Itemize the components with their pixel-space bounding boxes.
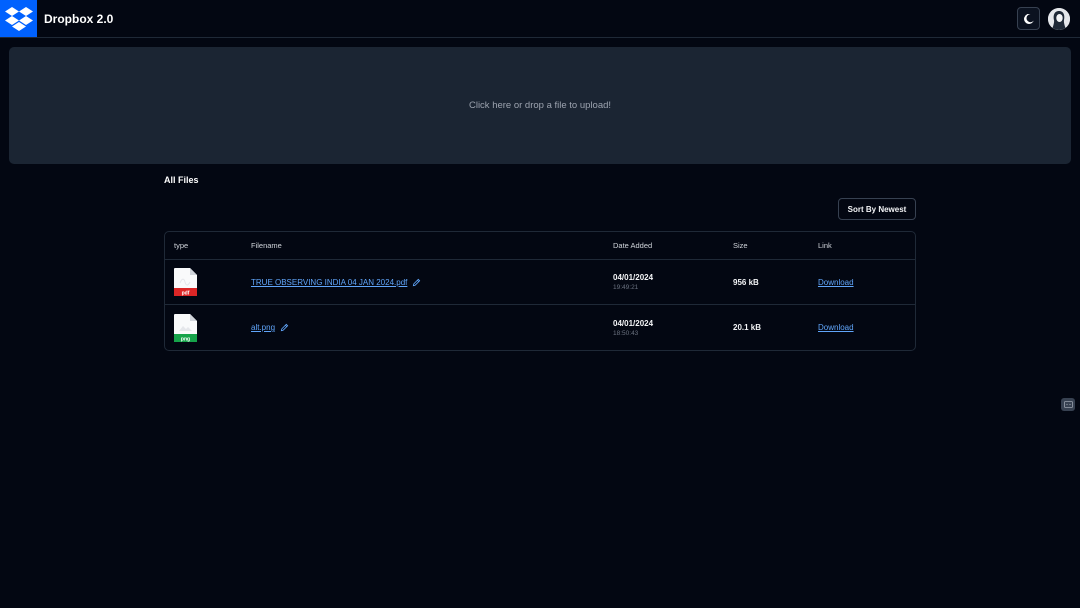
column-header-filename: Filename <box>251 241 282 250</box>
size-cell: 956 kB <box>733 260 759 304</box>
column-header-type: type <box>174 241 189 250</box>
date-added-cell: 04/01/2024 18:50:43 <box>613 305 653 350</box>
table-row: png alt.png 04/01/2024 18:50:43 20.1 kB … <box>165 305 915 350</box>
dropbox-logo-icon[interactable] <box>0 0 37 37</box>
time-added: 19:49:21 <box>613 284 639 291</box>
upload-prompt: Click here or drop a file to upload! <box>468 100 612 111</box>
file-size: 20.1 kB <box>733 323 762 332</box>
app-title: Dropbox 2.0 <box>44 11 114 26</box>
svg-text:png: png <box>181 336 190 342</box>
file-type-cell: png <box>174 305 197 350</box>
download-link[interactable]: Download <box>818 278 854 287</box>
filename-cell: alt.png <box>251 305 289 350</box>
pencil-edit-icon[interactable] <box>412 278 421 287</box>
theme-toggle-icon <box>1023 13 1034 24</box>
time-added: 18:50:43 <box>613 329 639 337</box>
upload-dropzone[interactable]: Click here or drop a file to upload! <box>9 47 1071 164</box>
column-header-date: Date Added <box>613 241 653 250</box>
date-added: 04/01/2024 <box>613 273 654 282</box>
file-type-cell: pdf <box>174 260 197 304</box>
size-cell: 20.1 kB <box>733 305 761 350</box>
column-header-size: Size <box>733 241 748 250</box>
table-row: pdf TRUE OBSERVING INDIA 04 JAN 2024.pdf… <box>165 260 915 305</box>
date-added: 04/01/2024 <box>613 318 654 328</box>
app-header: Dropbox 2.0 <box>0 0 1080 38</box>
filename-cell: TRUE OBSERVING INDIA 04 JAN 2024.pdf <box>251 260 421 304</box>
download-link[interactable]: Download <box>818 323 854 332</box>
user-avatar[interactable] <box>1048 7 1070 30</box>
link-cell: Download <box>818 260 854 304</box>
filename-link[interactable]: alt.png <box>251 323 275 332</box>
png-file-icon: png <box>174 313 197 342</box>
table-header-row: type Filename Date Added Size Link <box>165 232 915 260</box>
theme-toggle-button[interactable] <box>1017 7 1040 30</box>
link-cell: Download <box>818 305 854 350</box>
sort-button[interactable]: Sort By Newest <box>838 198 916 220</box>
feedback-widget-button[interactable] <box>1061 398 1075 411</box>
date-added-cell: 04/01/2024 19:49:21 <box>613 260 653 304</box>
column-header-link: Link <box>818 241 832 250</box>
pencil-edit-icon[interactable] <box>280 323 289 332</box>
file-table: type Filename Date Added Size Link pdf T… <box>164 231 916 351</box>
pdf-file-icon: pdf <box>174 268 197 296</box>
file-size: 956 kB <box>733 277 759 287</box>
filename-link[interactable]: TRUE OBSERVING INDIA 04 JAN 2024.pdf <box>251 278 407 287</box>
section-title: All Files <box>164 175 199 185</box>
header-actions <box>1017 7 1070 30</box>
svg-text:pdf: pdf <box>182 290 190 296</box>
chat-icon <box>1063 401 1073 408</box>
